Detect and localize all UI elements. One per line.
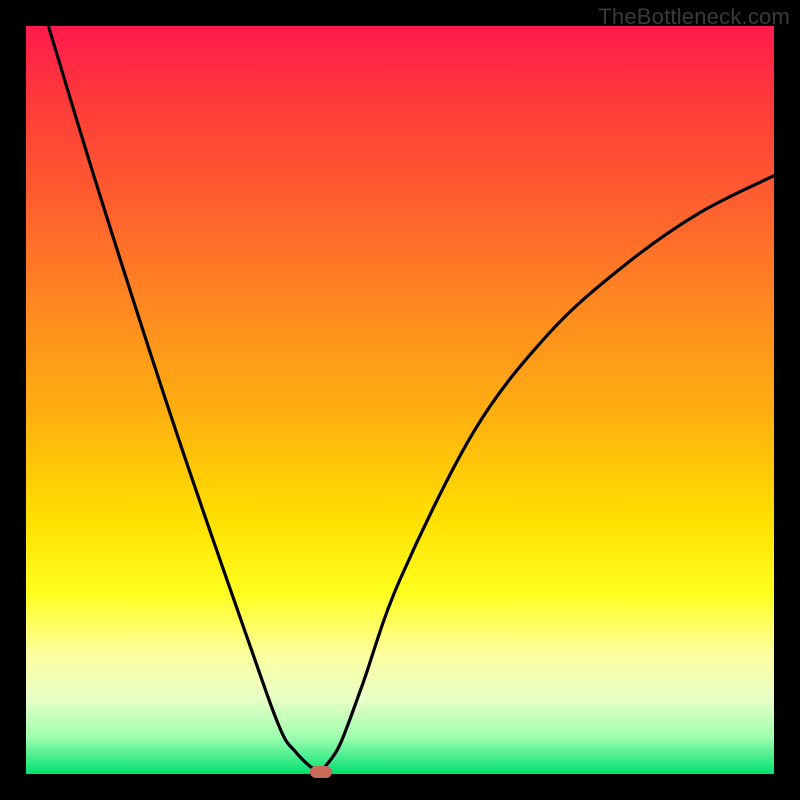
watermark-text: TheBottleneck.com [598,4,790,30]
bottleneck-curve [48,26,774,771]
minimum-marker [310,766,332,778]
plot-area [26,26,774,774]
chart-frame: TheBottleneck.com [0,0,800,800]
curve-svg [26,26,774,774]
